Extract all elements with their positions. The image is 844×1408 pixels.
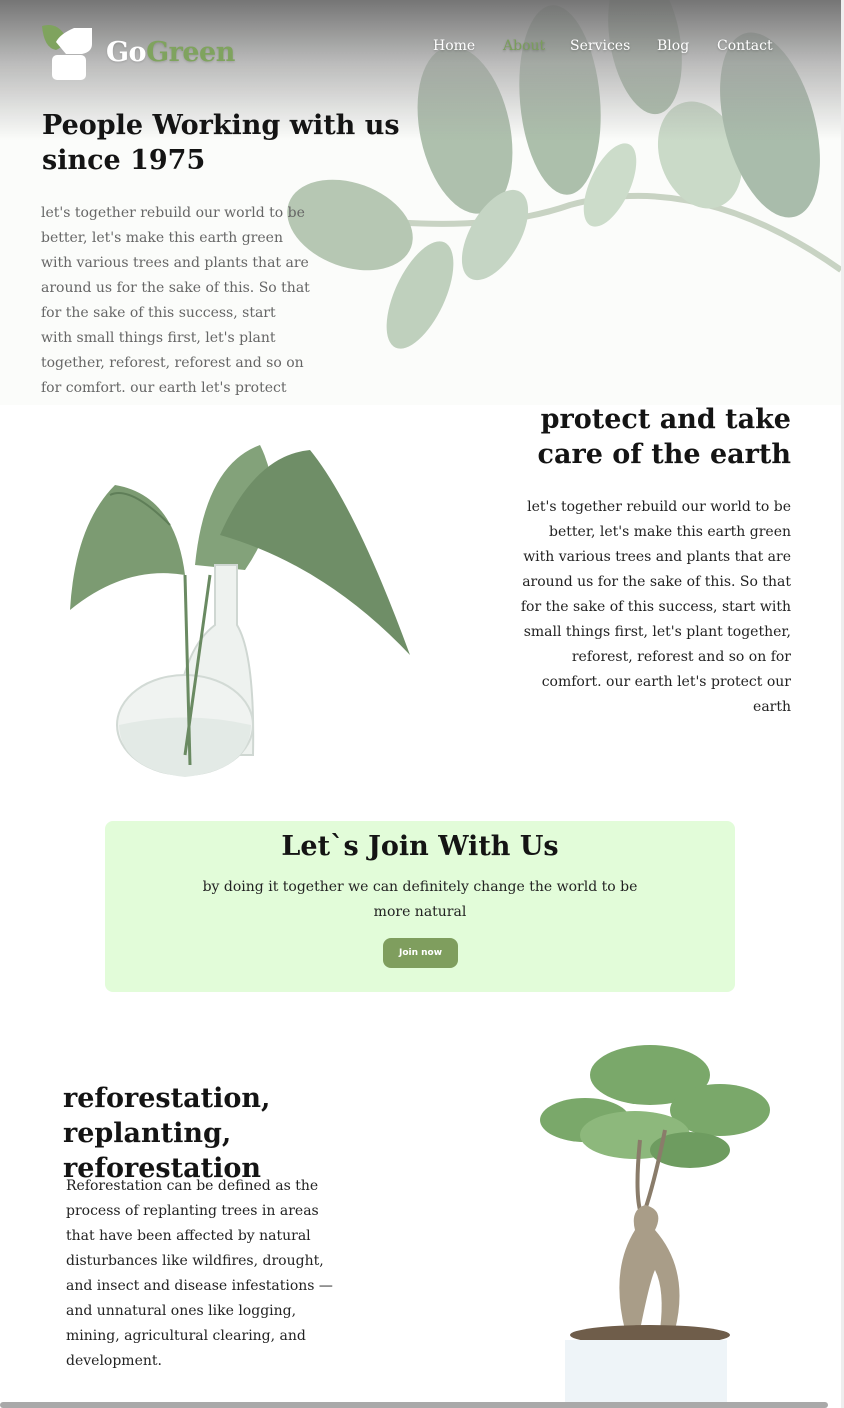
hero-description: let's together rebuild our world to be b… xyxy=(41,205,310,396)
plant-pot-logo-icon xyxy=(42,25,92,80)
join-now-button[interactable]: Join now xyxy=(383,938,458,968)
about-description: let's together rebuild our world to be b… xyxy=(520,499,791,715)
nav-blog-link[interactable]: Blog xyxy=(657,38,689,54)
nav-about-link[interactable]: About xyxy=(503,38,545,54)
hero-section: GoGreen Home About Services Blog Contact… xyxy=(0,0,841,405)
brand-logo[interactable]: GoGreen xyxy=(40,22,235,82)
hero-title: People Working with us since 1975 xyxy=(42,110,400,176)
join-title: Let`s Join With Us xyxy=(281,831,559,862)
nav-contact-link[interactable]: Contact xyxy=(717,38,773,54)
reforestation-title: reforestation, replanting, reforestation xyxy=(63,1083,271,1184)
join-description: by doing it together we can definitely c… xyxy=(202,879,638,920)
nav-home-link[interactable]: Home xyxy=(433,38,475,54)
bonsai-tree-image xyxy=(540,1045,770,1408)
brand-name-part1: Go xyxy=(106,36,147,68)
brand-name-part2: Green xyxy=(146,36,235,68)
about-title: protect and take care of the earth xyxy=(537,404,791,470)
plant-in-vase-image xyxy=(70,445,410,777)
brand-name: GoGreen xyxy=(106,37,235,68)
horizontal-scrollbar[interactable] xyxy=(0,1402,828,1408)
reforestation-description: Reforestation can be defined as the proc… xyxy=(66,1178,333,1369)
join-banner: Let`s Join With Us by doing it together … xyxy=(105,821,735,992)
nav-services-link[interactable]: Services xyxy=(570,38,630,54)
